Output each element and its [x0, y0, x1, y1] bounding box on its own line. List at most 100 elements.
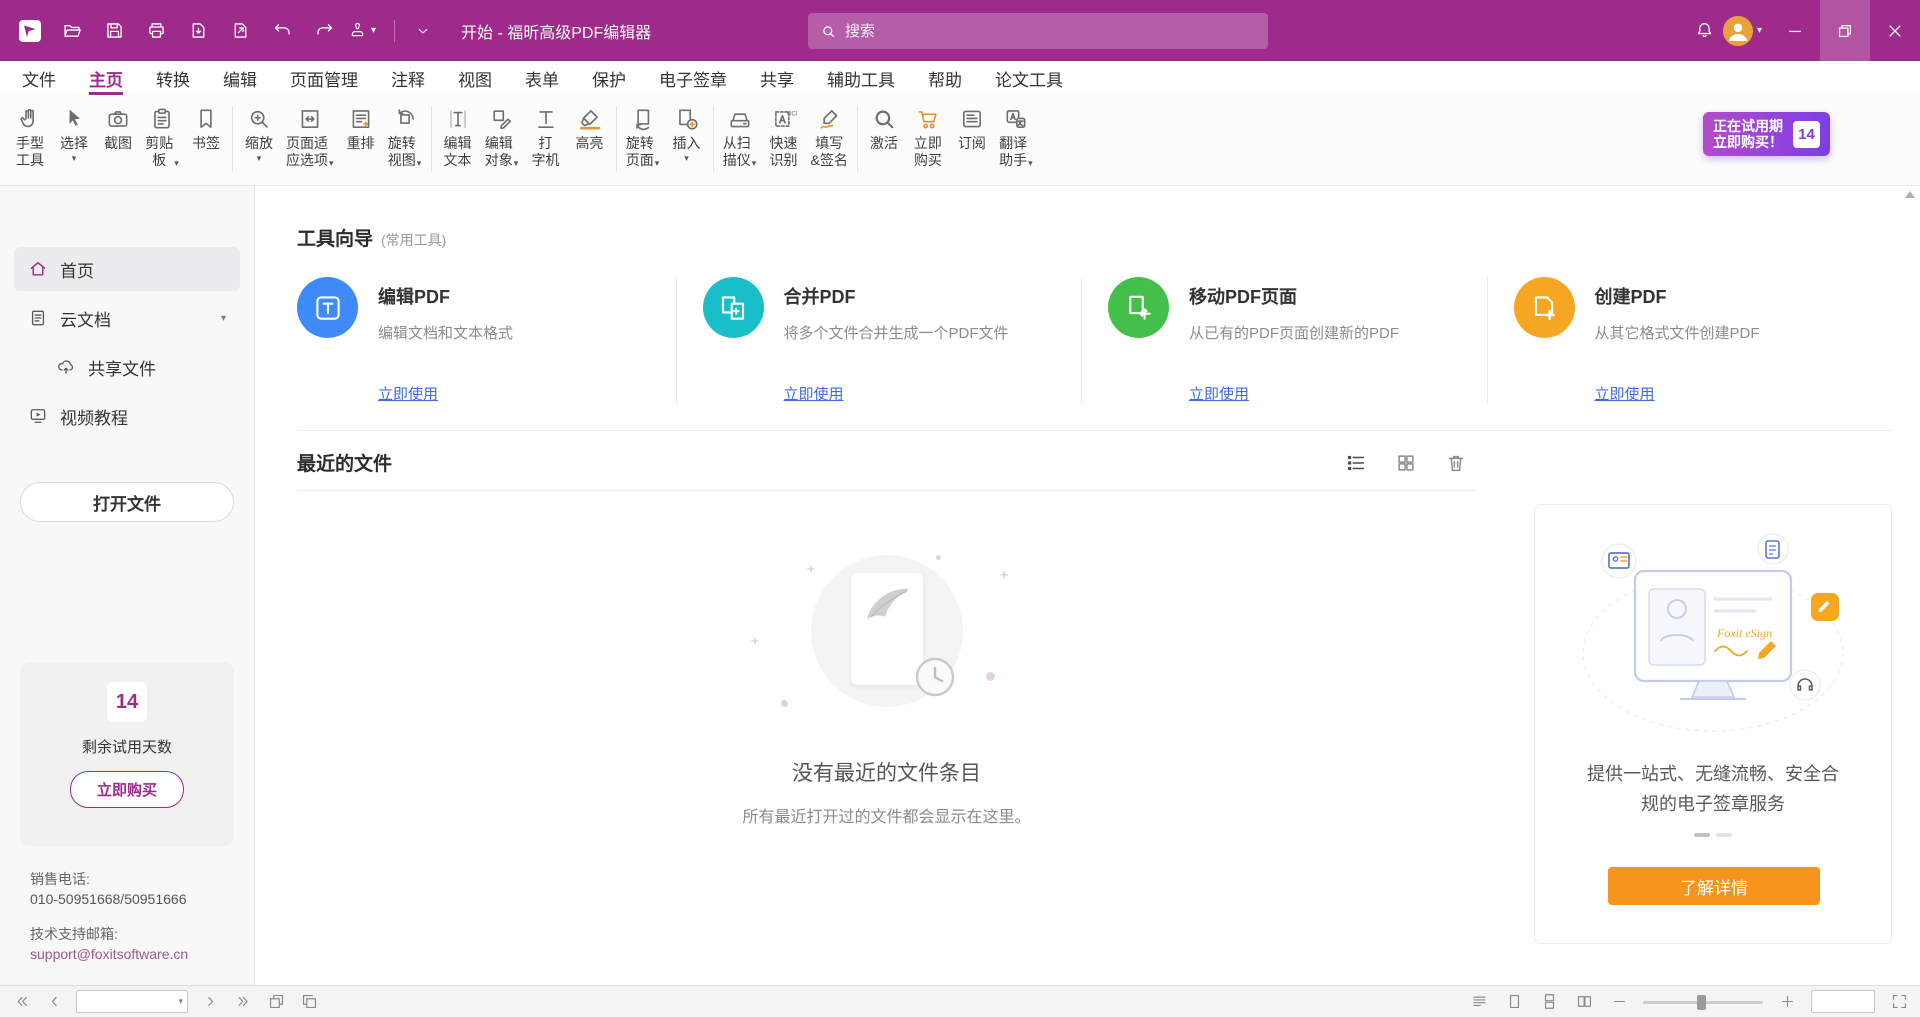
buy-now-button[interactable]: 立即购买	[70, 771, 184, 808]
menu-convert[interactable]: 转换	[156, 61, 190, 95]
ribbon-rotate-view-button[interactable]: 旋转 视图	[383, 100, 427, 169]
menu-accessibility[interactable]: 辅助工具	[827, 61, 895, 95]
search-box[interactable]	[808, 13, 1268, 49]
zoom-in-icon[interactable]	[1776, 991, 1798, 1013]
open-file-button[interactable]: 打开文件	[20, 482, 234, 522]
learn-more-button[interactable]: 了解详情	[1608, 867, 1820, 905]
ribbon-ocr-button[interactable]: OCR 快速 识别	[762, 100, 806, 169]
support-email-link[interactable]: support@foxitsoftware.cn	[30, 944, 188, 964]
chevron-down-icon[interactable]: ▾	[221, 313, 226, 324]
chevron-down-icon	[72, 152, 77, 164]
sidebar-item-video-tutorials[interactable]: 视频教程	[14, 394, 240, 438]
list-view-icon[interactable]	[1344, 451, 1368, 475]
sidebar-item-cloud-docs[interactable]: 云文档 ▾	[14, 296, 240, 340]
prev-page-icon[interactable]	[43, 991, 65, 1013]
sign-stamp-button[interactable]: ▾	[348, 13, 384, 49]
sidebar-item-shared-files[interactable]: 共享文件	[14, 345, 240, 389]
carousel-dot-active[interactable]	[1694, 833, 1710, 837]
menu-page-management[interactable]: 页面管理	[290, 61, 358, 95]
zoom-value-input[interactable]	[1812, 991, 1874, 1012]
use-now-link[interactable]: 立即使用	[1189, 383, 1249, 404]
reading-layout-icon[interactable]	[1468, 991, 1490, 1013]
menu-esign[interactable]: 电子签章	[659, 61, 727, 95]
menu-form[interactable]: 表单	[525, 61, 559, 95]
ribbon-rotate-pages-button[interactable]: 旋转 页面	[621, 100, 665, 169]
zoom-out-icon[interactable]	[1608, 991, 1630, 1013]
edit-pdf-icon	[297, 277, 358, 338]
next-view-icon[interactable]	[298, 991, 320, 1013]
trial-period-badge[interactable]: 正在试用期 立即购买！ 14	[1703, 112, 1830, 156]
menu-help[interactable]: 帮助	[928, 61, 962, 95]
zoom-slider[interactable]	[1643, 991, 1763, 1013]
ribbon-reflow-button[interactable]: 重排	[339, 100, 383, 152]
carousel-dot[interactable]	[1716, 833, 1732, 837]
ribbon-highlight-button[interactable]: 高亮	[568, 100, 612, 152]
ribbon-from-scanner-button[interactable]: 从扫 描仪	[718, 100, 762, 169]
print-button[interactable]	[138, 13, 174, 49]
ribbon-snapshot-button[interactable]: 截图	[96, 100, 140, 152]
carousel-dots[interactable]	[1694, 833, 1732, 837]
support-email-label: 技术支持邮箱:	[30, 924, 188, 944]
undo-button[interactable]	[264, 13, 300, 49]
sidebar-item-home[interactable]: 首页	[14, 247, 240, 291]
account-chevron-icon[interactable]: ▾	[1757, 25, 1762, 36]
redo-button[interactable]	[306, 13, 342, 49]
ribbon-insert-button[interactable]: 插入	[665, 100, 709, 164]
ribbon-hand-tool-button[interactable]: 手型 工具	[8, 100, 52, 169]
esign-promo-panel: Foxit eSign 提供一站式、	[1534, 504, 1892, 944]
grid-view-icon[interactable]	[1394, 451, 1418, 475]
search-input[interactable]	[845, 23, 1256, 40]
save-button[interactable]	[96, 13, 132, 49]
user-avatar[interactable]	[1723, 16, 1753, 46]
minimize-button[interactable]	[1770, 0, 1820, 61]
restore-button[interactable]	[1820, 0, 1870, 61]
ribbon-typewriter-button[interactable]: 打 字机	[524, 100, 568, 169]
notifications-bell-button[interactable]	[1687, 13, 1723, 49]
facing-view-icon[interactable]	[1573, 991, 1595, 1013]
zoom-value-box[interactable]	[1811, 990, 1875, 1013]
video-tutorial-icon	[28, 406, 48, 426]
continuous-view-icon[interactable]	[1538, 991, 1560, 1013]
trash-icon[interactable]	[1444, 451, 1468, 475]
page-number-box[interactable]	[76, 990, 188, 1013]
ribbon-clipboard-button[interactable]: 剪贴 板	[140, 100, 184, 169]
use-now-link[interactable]: 立即使用	[378, 383, 438, 404]
ribbon-subscribe-button[interactable]: 订阅	[950, 100, 994, 152]
menu-view[interactable]: 视图	[458, 61, 492, 95]
ribbon-edit-text-button[interactable]: 编辑 文本	[436, 100, 480, 169]
menu-share[interactable]: 共享	[760, 61, 794, 95]
use-now-link[interactable]: 立即使用	[784, 383, 844, 404]
ribbon-fit-page-button[interactable]: 页面适 应选项	[281, 100, 339, 169]
ribbon-bookmark-button[interactable]: 书签	[184, 100, 228, 152]
close-button[interactable]	[1870, 0, 1920, 61]
ribbon-buy-now-button[interactable]: 立即 购买	[906, 100, 950, 169]
ribbon-select-button[interactable]: 选择	[52, 100, 96, 164]
fill-sign-icon	[816, 103, 842, 135]
export-pdf-button[interactable]	[180, 13, 216, 49]
scrollbar-up-arrow[interactable]	[1905, 191, 1915, 198]
menu-edit[interactable]: 编辑	[223, 61, 257, 95]
menu-paper-tools[interactable]: 论文工具	[995, 61, 1063, 95]
tool-card-desc: 编辑文档和文本格式	[378, 322, 513, 343]
single-page-view-icon[interactable]	[1503, 991, 1525, 1013]
chevron-down-icon[interactable]	[178, 996, 183, 1007]
ribbon-fill-sign-button[interactable]: 填写 &签名	[806, 100, 853, 169]
menu-file[interactable]: 文件	[22, 61, 56, 95]
fullscreen-icon[interactable]	[1888, 991, 1910, 1013]
customize-toolbar-button[interactable]	[405, 13, 441, 49]
menu-protect[interactable]: 保护	[592, 61, 626, 95]
zoom-slider-thumb[interactable]	[1697, 995, 1706, 1010]
ribbon-translate-assistant-button[interactable]: 翻译 助手	[994, 100, 1038, 169]
open-folder-button[interactable]	[54, 13, 90, 49]
ribbon-activate-button[interactable]: 激活	[862, 100, 906, 152]
use-now-link[interactable]: 立即使用	[1595, 383, 1655, 404]
menu-comment[interactable]: 注释	[391, 61, 425, 95]
menu-home[interactable]: 主页	[89, 61, 123, 95]
ribbon-zoom-button[interactable]: 缩放	[237, 100, 281, 164]
merge-pdf-icon	[703, 277, 764, 338]
page-number-input[interactable]	[77, 994, 275, 1009]
first-page-icon[interactable]	[10, 991, 32, 1013]
tool-card-edit-pdf: 编辑PDF 编辑文档和文本格式 立即使用	[297, 277, 676, 404]
share-doc-button[interactable]	[222, 13, 258, 49]
ribbon-edit-object-button[interactable]: 编辑 对象	[480, 100, 524, 169]
